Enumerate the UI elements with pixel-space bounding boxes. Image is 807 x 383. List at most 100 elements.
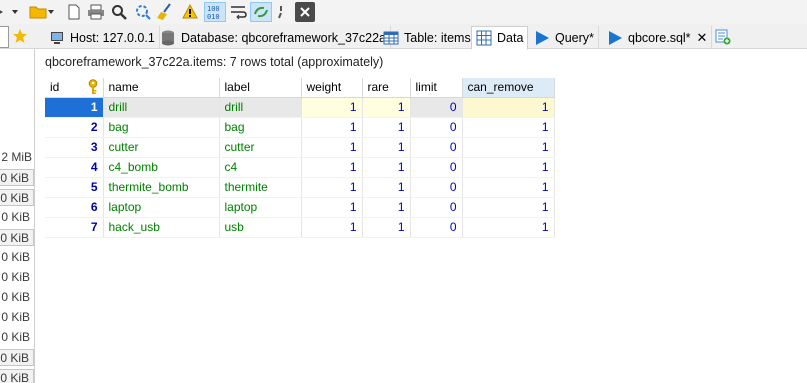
cell-name[interactable]: thermite_bomb bbox=[103, 177, 220, 198]
cell-can-remove[interactable]: 1 bbox=[462, 177, 555, 198]
column-header-rare[interactable]: rare bbox=[362, 78, 411, 98]
cell-can-remove[interactable]: 1 bbox=[462, 117, 555, 138]
svg-text:100: 100 bbox=[207, 5, 220, 13]
tab-query[interactable]: Query* bbox=[530, 26, 599, 49]
cell-limit[interactable]: 0 bbox=[410, 217, 463, 238]
cell-can-remove[interactable]: 1 bbox=[462, 197, 555, 218]
sync-icon[interactable] bbox=[250, 2, 272, 22]
table-row[interactable]: 2 bag bag 1 1 0 1 bbox=[45, 117, 555, 138]
tree-size-label: 0 KiB bbox=[0, 369, 34, 383]
cell-weight[interactable]: 1 bbox=[301, 97, 363, 118]
table-row[interactable]: 7 hack_usb usb 1 1 0 1 bbox=[45, 217, 555, 238]
cell-weight[interactable]: 1 bbox=[301, 157, 363, 178]
host-icon bbox=[49, 30, 65, 46]
cell-name[interactable]: bag bbox=[103, 117, 220, 138]
star-icon[interactable] bbox=[12, 28, 28, 47]
main-toolbar: 100 010 bbox=[0, 0, 807, 24]
cell-rare[interactable]: 1 bbox=[362, 137, 411, 158]
dropdown-arrow-icon[interactable] bbox=[10, 2, 20, 22]
table-row[interactable]: 4 c4_bomb c4 1 1 0 1 bbox=[45, 157, 555, 178]
tree-size-label: 0 KiB bbox=[1, 270, 30, 284]
tab-table[interactable]: Table: items bbox=[379, 26, 476, 49]
table-row[interactable]: 5 thermite_bomb thermite 1 1 0 1 bbox=[45, 177, 555, 198]
cell-id[interactable]: 6 bbox=[45, 197, 104, 218]
find-replace-icon[interactable] bbox=[133, 2, 153, 22]
table-info-text: qbcoreframework_37c22a.items: 7 rows tot… bbox=[45, 55, 384, 69]
column-header-can-remove[interactable]: can_remove bbox=[462, 78, 555, 98]
database-icon bbox=[160, 30, 176, 46]
column-header-limit[interactable]: limit bbox=[410, 78, 463, 98]
close-tab-icon[interactable]: ✕ bbox=[697, 30, 708, 46]
database-tree-pane[interactable]: 2 MiB 0 KiB 0 KiB 0 KiB 0 KiB 0 KiB 0 Ki… bbox=[0, 49, 35, 383]
cell-limit[interactable]: 0 bbox=[410, 197, 463, 218]
cell-weight[interactable]: 1 bbox=[301, 117, 363, 138]
binary-toggle-icon[interactable]: 100 010 bbox=[204, 2, 226, 22]
cell-id[interactable]: 1 bbox=[45, 97, 104, 118]
cell-limit[interactable]: 0 bbox=[410, 97, 463, 118]
dropdown-arrow-icon[interactable] bbox=[46, 2, 56, 22]
cell-label[interactable]: cutter bbox=[219, 137, 302, 158]
cell-weight[interactable]: 1 bbox=[301, 197, 363, 218]
cell-weight[interactable]: 1 bbox=[301, 217, 363, 238]
cell-label[interactable]: c4 bbox=[219, 157, 302, 178]
cell-can-remove[interactable]: 1 bbox=[462, 157, 555, 178]
cell-id[interactable]: 4 bbox=[45, 157, 104, 178]
file-icon[interactable] bbox=[64, 2, 84, 22]
cell-name[interactable]: hack_usb bbox=[103, 217, 220, 238]
new-query-tab-icon[interactable] bbox=[715, 29, 731, 48]
caret-right-icon[interactable] bbox=[0, 2, 8, 22]
tab-data[interactable]: Data bbox=[471, 26, 529, 50]
cell-label[interactable]: thermite bbox=[219, 177, 302, 198]
cell-id[interactable]: 7 bbox=[45, 217, 104, 238]
cell-name[interactable]: c4_bomb bbox=[103, 157, 220, 178]
column-header-weight[interactable]: weight bbox=[301, 78, 363, 98]
cell-limit[interactable]: 0 bbox=[410, 137, 463, 158]
cell-weight[interactable]: 1 bbox=[301, 177, 363, 198]
cell-rare[interactable]: 1 bbox=[362, 197, 411, 218]
table-row[interactable]: 6 laptop laptop 1 1 0 1 bbox=[45, 197, 555, 218]
cell-label[interactable]: drill bbox=[219, 97, 302, 118]
data-grid[interactable]: id name label weight rare limit can_remo… bbox=[45, 78, 555, 238]
cell-rare[interactable]: 1 bbox=[362, 217, 411, 238]
cell-id[interactable]: 5 bbox=[45, 177, 104, 198]
column-header-id[interactable]: id bbox=[45, 78, 104, 98]
column-header-name[interactable]: name bbox=[103, 78, 220, 98]
cell-limit[interactable]: 0 bbox=[410, 177, 463, 198]
cell-can-remove[interactable]: 1 bbox=[462, 137, 555, 158]
cell-weight[interactable]: 1 bbox=[301, 137, 363, 158]
cell-label[interactable]: bag bbox=[219, 117, 302, 138]
cell-limit[interactable]: 0 bbox=[410, 157, 463, 178]
cell-id[interactable]: 2 bbox=[45, 117, 104, 138]
cell-name[interactable]: laptop bbox=[103, 197, 220, 218]
search-icon[interactable] bbox=[109, 2, 129, 22]
column-header-label[interactable]: label bbox=[219, 78, 302, 98]
tab-label: Table: items bbox=[404, 30, 471, 45]
table-row[interactable]: 3 cutter cutter 1 1 0 1 bbox=[45, 137, 555, 158]
table-row[interactable]: 1 drill drill 1 1 0 1 bbox=[45, 97, 555, 118]
broom-icon[interactable] bbox=[155, 2, 175, 22]
tab-database[interactable]: Database: qbcoreframework_37c22a bbox=[156, 26, 391, 49]
tab-host[interactable]: Host: 127.0.0.1 bbox=[45, 26, 160, 49]
cell-id[interactable]: 3 bbox=[45, 137, 104, 158]
cell-rare[interactable]: 1 bbox=[362, 117, 411, 138]
data-grid-icon bbox=[476, 30, 492, 46]
cell-name[interactable]: drill bbox=[103, 97, 220, 118]
cell-can-remove[interactable]: 1 bbox=[462, 217, 555, 238]
wrap-text-icon[interactable] bbox=[228, 2, 248, 22]
close-icon[interactable] bbox=[295, 2, 315, 22]
cell-rare[interactable]: 1 bbox=[362, 97, 411, 118]
cell-rare[interactable]: 1 bbox=[362, 157, 411, 178]
quote-icon[interactable] bbox=[274, 2, 288, 22]
cell-name[interactable]: cutter bbox=[103, 137, 220, 158]
folder-icon[interactable] bbox=[28, 2, 48, 22]
left-edge-box bbox=[0, 26, 9, 48]
tab-qbcore-sql[interactable]: qbcore.sql* ✕ bbox=[603, 26, 713, 49]
cell-can-remove[interactable]: 1 bbox=[462, 97, 555, 118]
cell-label[interactable]: laptop bbox=[219, 197, 302, 218]
cell-limit[interactable]: 0 bbox=[410, 117, 463, 138]
cell-label[interactable]: usb bbox=[219, 217, 302, 238]
tab-label: Query* bbox=[555, 30, 594, 45]
print-icon[interactable] bbox=[86, 2, 106, 22]
warning-toggle-icon[interactable] bbox=[180, 2, 200, 22]
cell-rare[interactable]: 1 bbox=[362, 177, 411, 198]
